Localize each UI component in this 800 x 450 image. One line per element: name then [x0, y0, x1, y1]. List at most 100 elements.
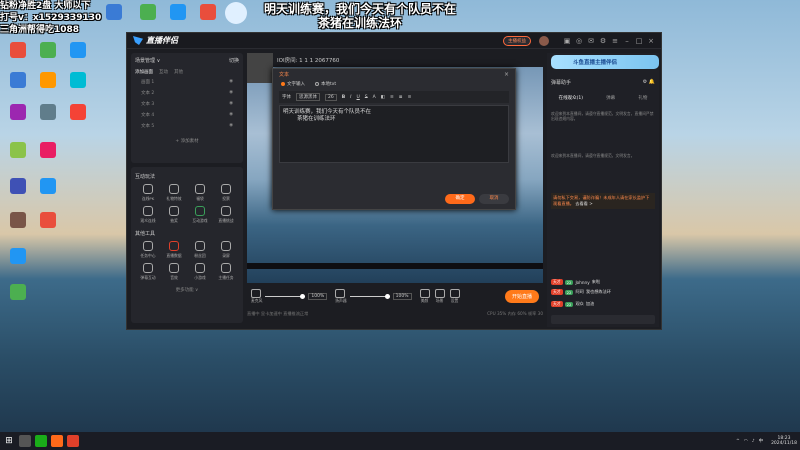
- align-left-icon[interactable]: ≡: [390, 95, 394, 100]
- desktop-shortcut[interactable]: [96, 4, 132, 22]
- tab-add-scene[interactable]: 添加画面: [135, 69, 153, 75]
- start-menu-icon[interactable]: ⊞: [3, 435, 15, 447]
- scene-control[interactable]: 场景: [434, 288, 445, 304]
- radio-dot[interactable]: [281, 81, 285, 86]
- tool-challenge[interactable]: 直播挑战: [213, 206, 239, 224]
- tab-audience[interactable]: 在线观众(1): [559, 95, 583, 101]
- font-family-select[interactable]: 思源黑体: [296, 93, 320, 101]
- align-right-icon[interactable]: ≡: [408, 95, 412, 100]
- slider-knob[interactable]: [300, 293, 306, 299]
- wechat-icon[interactable]: [35, 435, 47, 447]
- tool-game[interactable]: 互动游戏: [187, 206, 213, 224]
- source-item[interactable]: 画面 1 ◉: [135, 79, 239, 88]
- tool-pk[interactable]: 连线PK: [135, 184, 161, 202]
- slider-knob[interactable]: [384, 293, 390, 299]
- tool-record[interactable]: 录屏: [213, 241, 239, 259]
- radio-dot[interactable]: [315, 81, 319, 86]
- desktop-shortcut[interactable]: [0, 248, 36, 266]
- cancel-button[interactable]: 取消: [479, 194, 509, 204]
- minimize-icon[interactable]: –: [623, 37, 631, 45]
- taskbar-app-icon[interactable]: [67, 435, 79, 447]
- tool-gift-effect[interactable]: 礼物特效: [161, 184, 187, 202]
- close-icon[interactable]: ×: [647, 37, 655, 45]
- tool-anchor-task[interactable]: 主播任务: [213, 263, 239, 281]
- gear-icon[interactable]: ⚙: [599, 37, 607, 45]
- start-live-button[interactable]: 开始直播: [504, 289, 539, 303]
- notice-link[interactable]: 去看看 >: [575, 201, 592, 206]
- tool-task[interactable]: 任务中心: [135, 241, 161, 259]
- source-item[interactable]: 文本 3 ◉: [135, 101, 239, 110]
- eye-icon[interactable]: ◉: [229, 112, 233, 121]
- settings-control[interactable]: 设置: [449, 288, 460, 304]
- streaming-app-icon[interactable]: [51, 435, 63, 447]
- desktop-shortcut[interactable]: [30, 212, 66, 230]
- desktop-shortcut[interactable]: [60, 42, 96, 60]
- eye-icon[interactable]: ◉: [229, 123, 233, 132]
- text-editor[interactable]: 明天训练赛，我们今天有个队员不在 茶猪在训练法环: [279, 105, 509, 163]
- tab-interact[interactable]: 互动: [159, 69, 168, 75]
- radio-text-input[interactable]: 文字输入: [281, 81, 305, 87]
- ok-button[interactable]: 确定: [445, 194, 475, 204]
- desktop-shortcut[interactable]: [60, 72, 96, 90]
- tool-danmaku[interactable]: 弹幕互动: [135, 263, 161, 281]
- tool-lucky-bag[interactable]: 福袋: [187, 184, 213, 202]
- desktop-shortcut[interactable]: [30, 142, 66, 160]
- desktop-shortcut[interactable]: [30, 178, 66, 196]
- underline-button[interactable]: U: [357, 95, 360, 100]
- ime-icon[interactable]: 中: [759, 438, 764, 444]
- source-item[interactable]: 文本 5 ◉: [135, 123, 239, 132]
- maximize-icon[interactable]: □: [635, 37, 643, 45]
- mail-icon[interactable]: ✉: [587, 37, 595, 45]
- eye-icon[interactable]: ◉: [229, 101, 233, 110]
- strike-button[interactable]: S: [365, 95, 368, 100]
- chat-input[interactable]: [551, 315, 655, 324]
- beauty-control[interactable]: 美颜: [419, 288, 430, 304]
- tool-vote[interactable]: 投票: [213, 184, 239, 202]
- tab-danmaku[interactable]: 弹幕: [606, 95, 615, 101]
- desktop-shortcut[interactable]: [60, 104, 96, 122]
- chat-user[interactable]: 阿珂: [575, 289, 583, 295]
- tab-gift[interactable]: 礼物: [638, 95, 647, 101]
- mic-control[interactable]: 麦克风: [251, 288, 262, 304]
- tray-chevron-icon[interactable]: ^: [736, 439, 740, 444]
- tool-minigame[interactable]: 小游戏: [187, 263, 213, 281]
- chat-user[interactable]: 观众: [575, 301, 583, 307]
- align-center-icon[interactable]: ≣: [399, 95, 403, 100]
- anchor-rights-button[interactable]: 主播权益: [503, 35, 531, 46]
- bg-color-icon[interactable]: ◧: [381, 95, 385, 100]
- desktop-shortcut[interactable]: [190, 4, 226, 22]
- tool-data[interactable]: 直播数据: [161, 241, 187, 259]
- tab-other[interactable]: 其他: [174, 69, 183, 75]
- desktop-shortcut[interactable]: [0, 284, 36, 302]
- mic-volume-slider[interactable]: [265, 293, 306, 299]
- system-clock[interactable]: 18:23 2024/11/18: [771, 436, 797, 446]
- more-tools-button[interactable]: 更多功能 ∨: [135, 287, 239, 293]
- menu-icon[interactable]: ≡: [611, 37, 619, 45]
- speaker-volume-slider[interactable]: [349, 293, 390, 299]
- shirt-icon[interactable]: ▣: [563, 37, 571, 45]
- scene-title[interactable]: 场景管理 ∨: [135, 57, 160, 64]
- add-source-button[interactable]: + 添加素材: [135, 138, 239, 144]
- headset-icon[interactable]: ◎: [575, 37, 583, 45]
- tool-lottery[interactable]: 抽奖: [161, 206, 187, 224]
- tool-sound[interactable]: 音效: [161, 263, 187, 281]
- bold-button[interactable]: B: [342, 95, 345, 100]
- search-icon[interactable]: [19, 435, 31, 447]
- tool-audience-link[interactable]: 观众连线: [135, 206, 161, 224]
- speaker-control[interactable]: 扬声器: [335, 288, 347, 304]
- promo-banner[interactable]: 斗鱼直播主播伴侣: [551, 55, 659, 69]
- text-color-icon[interactable]: A: [373, 95, 376, 100]
- volume-icon[interactable]: ♪: [752, 439, 755, 444]
- chat-user[interactable]: Johnny: [575, 280, 589, 285]
- scene-switch[interactable]: 切换: [229, 57, 239, 64]
- eye-icon[interactable]: ◉: [229, 79, 233, 88]
- source-item[interactable]: 文本 4 ◉: [135, 112, 239, 121]
- danmaku-settings[interactable]: ⚙ 🔔: [643, 79, 655, 86]
- source-item[interactable]: 文本 2 ◉: [135, 90, 239, 99]
- tool-fans[interactable]: 粉丝团: [187, 241, 213, 259]
- close-icon[interactable]: ×: [504, 71, 509, 78]
- italic-button[interactable]: I: [350, 95, 351, 100]
- eye-icon[interactable]: ◉: [229, 90, 233, 99]
- radio-local-txt[interactable]: 本地txt: [315, 81, 336, 87]
- network-icon[interactable]: ◠: [744, 439, 748, 444]
